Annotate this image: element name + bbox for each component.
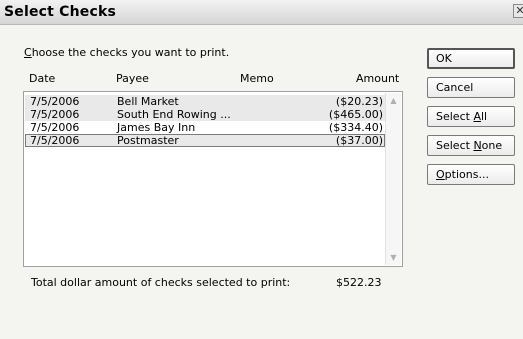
ok-button[interactable]: OK — [427, 48, 515, 69]
check-date: 7/5/2006 — [30, 134, 80, 147]
check-payee: James Bay Inn — [117, 121, 196, 134]
column-header-amount: Amount — [356, 72, 400, 85]
instruction-mnemonic: C — [24, 46, 32, 59]
title-bar[interactable]: Select Checks ✕ — [0, 0, 523, 25]
scroll-up-arrow-icon[interactable]: ▲ — [388, 95, 399, 106]
checks-list[interactable]: 7/5/2006 Bell Market ($20.23) 7/5/2006 S… — [23, 91, 403, 267]
select-all-mnemonic: A — [473, 110, 481, 123]
check-payee: South End Rowing ... — [117, 108, 231, 121]
options-button[interactable]: Options... — [427, 164, 515, 185]
check-amount: ($465.00) — [328, 108, 383, 121]
instruction-text: Choose the checks you want to print. — [24, 46, 229, 59]
instruction-rest: hoose the checks you want to print. — [31, 46, 230, 59]
check-row[interactable]: 7/5/2006 Bell Market ($20.23) — [25, 95, 385, 108]
check-date: 7/5/2006 — [30, 108, 80, 121]
check-row[interactable]: 7/5/2006 James Bay Inn ($334.40) — [25, 121, 385, 134]
options-label-post: ptions... — [444, 168, 489, 181]
total-value: $522.23 — [336, 276, 382, 289]
cancel-button[interactable]: Cancel — [427, 77, 515, 98]
column-header-memo: Memo — [240, 72, 274, 85]
vertical-scrollbar[interactable]: ▲ ▼ — [385, 93, 401, 265]
scroll-down-arrow-icon[interactable]: ▼ — [388, 252, 399, 263]
select-none-mnemonic: N — [473, 139, 482, 152]
select-all-label-post: ll — [480, 110, 488, 123]
select-none-label-post: one — [481, 139, 503, 152]
column-header-date: Date — [29, 72, 56, 85]
options-mnemonic: O — [436, 168, 445, 181]
column-header-payee: Payee — [116, 72, 149, 85]
check-payee: Bell Market — [117, 95, 179, 108]
select-all-button[interactable]: Select All — [427, 106, 515, 127]
check-amount: ($20.23) — [335, 95, 383, 108]
dialog-bottom-edge — [0, 327, 523, 339]
check-payee: Postmaster — [117, 134, 179, 147]
select-none-button[interactable]: Select None — [427, 135, 515, 156]
check-date: 7/5/2006 — [30, 121, 80, 134]
check-amount: ($37.00) — [335, 134, 383, 147]
select-all-label-pre: Select — [436, 110, 474, 123]
check-amount: ($334.40) — [328, 121, 383, 134]
close-icon: ✕ — [515, 4, 523, 17]
close-button[interactable]: ✕ — [513, 4, 523, 18]
check-row[interactable]: 7/5/2006 Postmaster ($37.00) — [25, 134, 385, 147]
dialog-title: Select Checks — [4, 4, 117, 20]
check-row[interactable]: 7/5/2006 South End Rowing ... ($465.00) — [25, 108, 385, 121]
select-checks-dialog: Select Checks ✕ Choose the checks you wa… — [0, 0, 523, 339]
total-label: Total dollar amount of checks selected t… — [31, 276, 291, 289]
select-none-label-pre: Select — [436, 139, 474, 152]
check-date: 7/5/2006 — [30, 95, 80, 108]
